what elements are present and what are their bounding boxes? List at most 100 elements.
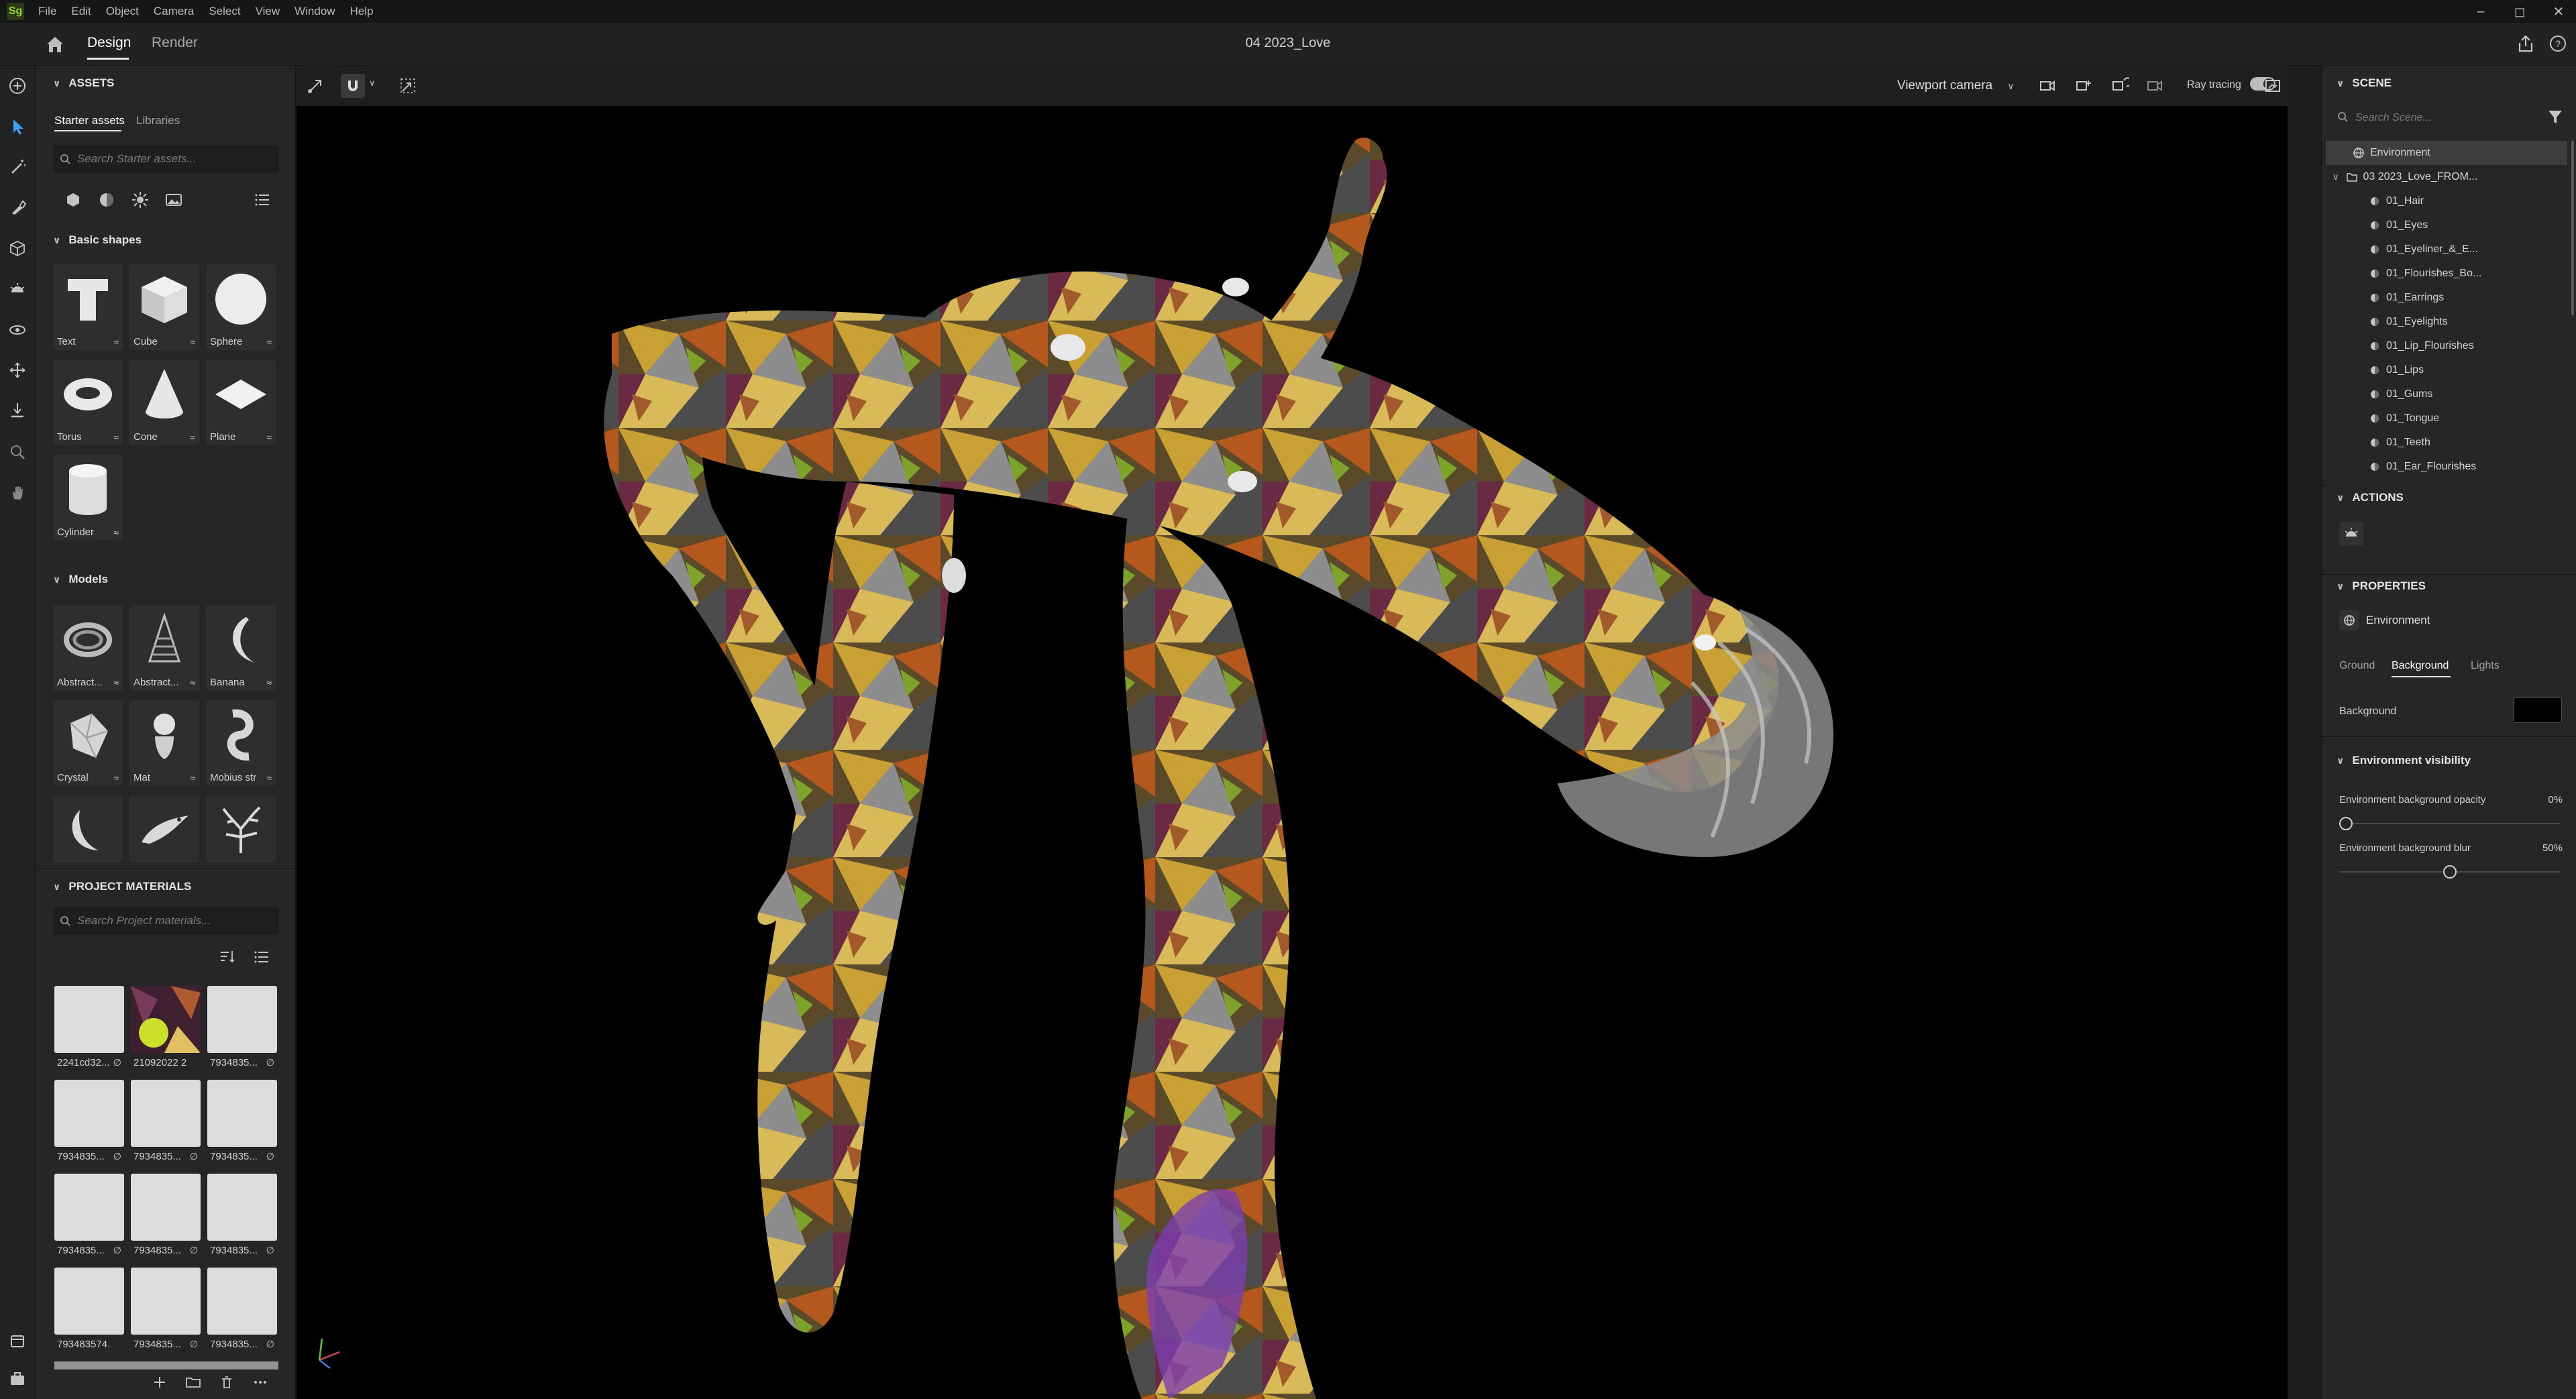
options-icon[interactable]: ≈ — [113, 527, 119, 538]
images-filter-icon[interactable] — [164, 190, 183, 213]
env-visibility-header[interactable]: ∨ Environment visibility — [2337, 754, 2471, 767]
asset-card-abstract-2[interactable]: Abstract... ≈ — [129, 605, 199, 691]
basic-shapes-header[interactable]: ∨ Basic shapes — [53, 233, 142, 247]
maximize-icon[interactable]: ◻ — [2510, 3, 2529, 20]
asset-card-mat[interactable]: Mat ≈ — [129, 700, 199, 786]
scene-item-mesh[interactable]: 01_Gums — [2326, 382, 2567, 406]
camera-bookmark-icon[interactable] — [2038, 76, 2057, 99]
frame-selection-icon[interactable] — [398, 76, 417, 99]
add-material-icon[interactable] — [151, 1374, 168, 1394]
more-icon[interactable] — [252, 1374, 269, 1394]
material-swatch[interactable]: 7934835... ∅ — [54, 1174, 124, 1261]
chevron-down-icon[interactable]: ∨ — [369, 78, 376, 89]
scene-item-mesh[interactable]: 01_Eyeliner_&_E... — [2326, 237, 2567, 262]
asset-card-model-9[interactable] — [206, 795, 276, 862]
assets-header[interactable]: ∨ ASSETS — [53, 76, 114, 90]
scene-item-mesh[interactable]: 01_Lips — [2326, 358, 2567, 382]
options-icon[interactable]: ≈ — [190, 432, 195, 443]
scene-item-mesh[interactable]: 01_Tongue — [2326, 406, 2567, 431]
slider-handle[interactable] — [2339, 817, 2353, 830]
orbit-icon[interactable] — [7, 319, 28, 341]
material-swatch[interactable]: 7934835... ∅ — [207, 1174, 277, 1261]
menu-object[interactable]: Object — [106, 5, 139, 18]
scene-item-mesh[interactable]: 01_Lip_Flourishes — [2326, 334, 2567, 358]
sort-icon[interactable] — [218, 948, 235, 969]
scene-header[interactable]: ∨ SCENE — [2337, 76, 2392, 90]
rendered-3d-figure[interactable] — [297, 106, 2288, 1399]
scene-item-mesh[interactable]: 01_Eyes — [2326, 213, 2567, 237]
paint-icon[interactable] — [7, 196, 28, 217]
camera-lock-icon[interactable] — [2145, 76, 2164, 99]
zoom-icon[interactable] — [7, 441, 28, 463]
materials-search-input[interactable]: Search Project materials... — [53, 907, 278, 935]
drop-to-ground-icon[interactable] — [7, 400, 28, 421]
options-icon[interactable]: ≈ — [113, 773, 119, 783]
material-swatch[interactable]: 7934835... ∅ — [207, 986, 277, 1073]
object-icon[interactable] — [7, 237, 28, 259]
tab-libraries[interactable]: Libraries — [136, 114, 180, 127]
material-swatch[interactable]: 7934835... ∅ — [207, 1268, 277, 1355]
tab-background[interactable]: Background — [2392, 660, 2449, 672]
asset-card-abstract-1[interactable]: Abstract... ≈ — [53, 605, 123, 691]
material-swatch[interactable]: 7934835... ∅ — [54, 1080, 124, 1167]
menu-file[interactable]: File — [38, 5, 56, 18]
asset-card-banana[interactable]: Banana ≈ — [206, 605, 276, 691]
briefcase-icon[interactable] — [7, 1368, 28, 1390]
options-icon[interactable]: ≈ — [190, 677, 195, 688]
share-icon[interactable] — [2516, 34, 2536, 54]
project-materials-header[interactable]: ∨ PROJECT MATERIALS — [53, 880, 191, 893]
menu-select[interactable]: Select — [209, 5, 240, 18]
light-icon[interactable] — [7, 279, 28, 300]
asset-card-crystal[interactable]: Crystal ≈ — [53, 700, 123, 786]
close-icon[interactable]: ✕ — [2549, 3, 2568, 20]
shapes-filter-icon[interactable] — [64, 190, 83, 213]
asset-card-mobius-strip[interactable]: Mobius strip ≈ — [206, 700, 276, 786]
scene-item-mesh[interactable]: 01_Ear_Flourishes — [2326, 455, 2567, 479]
menu-edit[interactable]: Edit — [71, 5, 91, 18]
scene-item-mesh[interactable]: 01_Teeth — [2326, 431, 2567, 455]
magic-wand-icon[interactable] — [7, 156, 28, 177]
options-icon[interactable]: ≈ — [266, 773, 272, 783]
scene-item-mesh[interactable]: 01_Eyelights — [2326, 310, 2567, 334]
material-swatch[interactable]: 7934835... ∅ — [131, 1268, 201, 1355]
camera-select[interactable]: Viewport camera ∨ — [1886, 71, 2088, 101]
scene-item-mesh[interactable]: 01_Earrings — [2326, 286, 2567, 310]
asset-card-sphere[interactable]: Sphere ≈ — [206, 264, 276, 350]
assets-search-input[interactable]: Search Starter assets... — [53, 145, 278, 173]
material-swatch[interactable]: 2241cd32... ∅ — [54, 986, 124, 1073]
menu-camera[interactable]: Camera — [154, 5, 194, 18]
menu-view[interactable]: View — [256, 5, 280, 18]
blur-slider[interactable] — [2339, 865, 2561, 879]
scene-scrollbar[interactable] — [2571, 141, 2574, 315]
scene-item-group[interactable]: ∨ 03 2023_Love_FROM... — [2326, 165, 2567, 189]
camera-add-icon[interactable] — [2074, 76, 2093, 99]
camera-reset-icon[interactable] — [2110, 76, 2133, 99]
options-icon[interactable]: ≈ — [266, 677, 272, 688]
list-view-icon[interactable] — [253, 190, 272, 213]
actions-header[interactable]: ∨ ACTIONS — [2337, 491, 2404, 504]
options-icon[interactable]: ≈ — [190, 773, 195, 783]
menu-window[interactable]: Window — [294, 5, 335, 18]
archive-icon[interactable] — [7, 1331, 28, 1352]
asset-card-cylinder[interactable]: Cylinder ≈ — [53, 455, 123, 541]
chevron-down-icon[interactable]: ∨ — [2332, 172, 2339, 182]
scene-item-mesh[interactable]: 01_Hair — [2326, 189, 2567, 213]
render-settings-icon[interactable] — [2263, 76, 2282, 99]
list-view-icon[interactable] — [253, 948, 270, 969]
opacity-slider[interactable] — [2339, 817, 2561, 830]
snap-magnet-icon[interactable] — [341, 74, 365, 98]
material-swatch[interactable]: 7934835... ∅ — [131, 1174, 201, 1261]
light-action-icon[interactable] — [2339, 522, 2363, 546]
tab-lights[interactable]: Lights — [2471, 660, 2500, 672]
filter-icon[interactable] — [2546, 107, 2565, 129]
slider-handle[interactable] — [2443, 865, 2457, 879]
asset-card-torus[interactable]: Torus ≈ — [53, 359, 123, 445]
menu-help[interactable]: Help — [350, 5, 374, 18]
tab-starter-assets[interactable]: Starter assets — [54, 114, 125, 127]
folder-icon[interactable] — [184, 1374, 202, 1394]
hand-icon[interactable] — [7, 482, 28, 503]
material-swatch[interactable]: 7934835... ∅ — [207, 1080, 277, 1167]
properties-header[interactable]: ∨ PROPERTIES — [2337, 579, 2426, 593]
material-swatch[interactable]: 21092022 25 — [131, 986, 201, 1073]
materials-filter-icon[interactable] — [97, 190, 116, 213]
